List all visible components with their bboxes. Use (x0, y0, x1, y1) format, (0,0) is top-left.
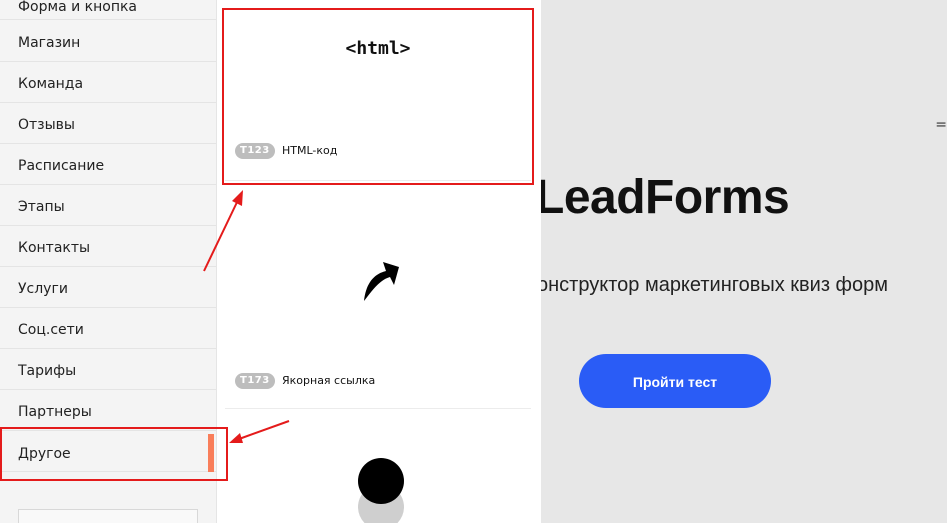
block-code-badge: T173 (235, 373, 275, 389)
sidebar-item-label: Этапы (18, 199, 65, 215)
app-window: Форма и кнопка Магазин Команда Отзывы Ра… (0, 0, 947, 523)
sidebar-item-other[interactable]: Другое (0, 431, 216, 472)
sidebar-item-social[interactable]: Соц.сети (0, 308, 216, 349)
sidebar-item-label: Другое (18, 446, 71, 462)
circle-icon (358, 458, 404, 523)
sidebar-item-label: Соц.сети (18, 322, 84, 338)
block-code-badge: T123 (235, 143, 275, 159)
sidebar-item-reviews[interactable]: Отзывы (0, 103, 216, 144)
sidebar-item-label: Контакты (18, 240, 91, 256)
block-card-partial[interactable] (225, 409, 531, 523)
sidebar-item-shop[interactable]: Магазин (0, 21, 216, 62)
sidebar-item-label: Партнеры (18, 404, 92, 420)
sidebar-item-label: Тарифы (18, 363, 77, 379)
sidebar-item-pricing[interactable]: Тарифы (0, 349, 216, 390)
edge-mark: = (935, 117, 947, 133)
sidebar-categories: Форма и кнопка Магазин Команда Отзывы Ра… (0, 0, 217, 523)
block-list-panel: <html> T123 HTML-код T173 Якорная ссылка (217, 0, 541, 523)
sidebar-item-label: Форма и кнопка (18, 0, 138, 15)
sidebar-item-partners[interactable]: Партнеры (0, 390, 216, 431)
block-card-html-code[interactable]: <html> T123 HTML-код (225, 10, 531, 180)
curved-arrow-icon (364, 262, 399, 301)
block-card-anchor-link[interactable]: T173 Якорная ссылка (225, 181, 531, 408)
start-test-button[interactable]: Пройти тест (579, 354, 771, 408)
sidebar-item-stages[interactable]: Этапы (0, 185, 216, 226)
sidebar-item-label: Услуги (18, 281, 68, 297)
sidebar-item-label: Магазин (18, 35, 81, 51)
sidebar-item-label: Команда (18, 76, 84, 92)
sidebar-footer-box[interactable] (18, 509, 198, 523)
hero-subtitle: онструктор маркетинговых квиз форм (541, 274, 889, 296)
sidebar-item-label: Отзывы (18, 117, 75, 133)
sidebar-item-schedule[interactable]: Расписание (0, 144, 216, 185)
sidebar-item-form-button[interactable]: Форма и кнопка (0, 0, 216, 20)
sidebar-item-contacts[interactable]: Контакты (0, 226, 216, 267)
page-preview: = LeadForms онструктор маркетинговых кви… (541, 0, 947, 523)
sidebar-item-team[interactable]: Команда (0, 62, 216, 103)
block-name: Якорная ссылка (282, 374, 376, 387)
sidebar-item-label: Расписание (18, 158, 105, 174)
block-name: HTML-код (282, 144, 338, 157)
hero-title: LeadForms (541, 171, 790, 224)
html-code-preview: <html> (345, 38, 411, 59)
sidebar-item-services[interactable]: Услуги (0, 267, 216, 308)
